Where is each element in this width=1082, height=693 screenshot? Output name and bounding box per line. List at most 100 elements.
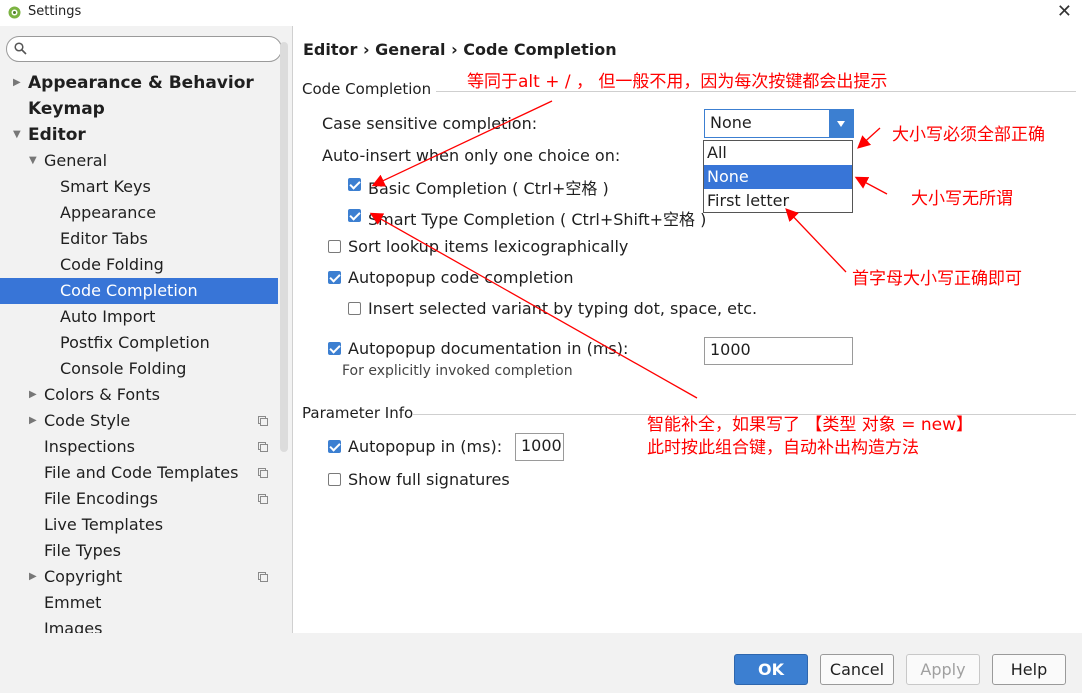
auto-insert-label: Auto-insert when only one choice on:: [322, 146, 621, 165]
chevron-right-icon[interactable]: ▶: [13, 70, 21, 96]
show-full-signatures-label: Show full signatures: [348, 470, 510, 489]
sidebar-item-label: File and Code Templates: [44, 463, 239, 482]
apply-button[interactable]: Apply: [906, 654, 980, 685]
sidebar-item-label: Code Folding: [60, 255, 164, 274]
insert-selected-label: Insert selected variant by typing dot, s…: [368, 299, 758, 318]
sidebar-item-label: Postfix Completion: [60, 333, 210, 352]
sidebar-item-label: Keymap: [28, 99, 105, 119]
sidebar-item-label: Code Style: [44, 411, 131, 430]
search-input[interactable]: [6, 36, 282, 62]
sidebar-item-keymap[interactable]: Keymap: [0, 96, 278, 122]
annotation-all: 大小写必须全部正确: [892, 125, 1045, 145]
chevron-right-icon[interactable]: ▶: [29, 408, 37, 434]
sidebar-item-appearance[interactable]: Appearance: [0, 200, 278, 226]
sidebar-item-auto-import[interactable]: Auto Import: [0, 304, 278, 330]
autopopup-in-label: Autopopup in (ms):: [348, 437, 503, 456]
sidebar-scrollbar[interactable]: [280, 42, 288, 452]
dialog-footer: OK Cancel Apply Help: [0, 633, 1082, 693]
chevron-down-icon[interactable]: [829, 110, 853, 137]
autopopup-in-input[interactable]: 1000: [515, 433, 564, 461]
smart-type-completion-checkbox[interactable]: [348, 209, 361, 222]
sidebar-item-copyright[interactable]: ▶ Copyright: [0, 564, 278, 590]
sidebar-item-label: Appearance: [60, 203, 157, 222]
close-icon[interactable]: ✕: [1057, 1, 1072, 22]
breadcrumb: Editor › General › Code Completion: [303, 40, 617, 59]
section-title-code-completion: Code Completion: [302, 80, 432, 98]
chevron-right-icon[interactable]: ▶: [29, 382, 37, 408]
cancel-button[interactable]: Cancel: [820, 654, 894, 685]
sidebar-item-label: General: [44, 151, 108, 170]
sidebar-item-label: Emmet: [44, 593, 102, 612]
chevron-right-icon[interactable]: ▶: [29, 564, 37, 590]
settings-main-panel: Editor › General › Code Completion Code …: [293, 26, 1082, 633]
annotation-smart-line2: 此时按此组合键，自动补出构造方法: [647, 438, 919, 458]
dropdown-option-first-letter[interactable]: First letter: [704, 189, 852, 213]
sidebar-item-label: Console Folding: [60, 359, 187, 378]
sidebar-item-label: Appearance & Behavior: [28, 73, 254, 93]
annotation-none: 大小写无所谓: [911, 189, 1013, 209]
sidebar-item-file-and-code-templates[interactable]: File and Code Templates: [0, 460, 278, 486]
sidebar-item-colors-fonts[interactable]: ▶ Colors & Fonts: [0, 382, 278, 408]
autopopup-code-label: Autopopup code completion: [348, 268, 574, 287]
sidebar-item-code-completion[interactable]: Code Completion: [0, 278, 278, 304]
project-level-icon: [258, 572, 268, 582]
ok-button[interactable]: OK: [734, 654, 808, 685]
section-title-parameter-info: Parameter Info: [302, 404, 414, 422]
sort-lookup-checkbox[interactable]: [328, 240, 341, 253]
case-sensitive-select[interactable]: None: [704, 109, 854, 138]
project-level-icon: [258, 494, 268, 504]
window-title: Settings: [28, 4, 82, 19]
autopopup-doc-checkbox[interactable]: [328, 342, 341, 355]
sidebar-item-label: Inspections: [44, 437, 135, 456]
autopopup-code-checkbox[interactable]: [328, 271, 341, 284]
autopopup-doc-input[interactable]: 1000: [704, 337, 853, 365]
sidebar-item-file-encodings[interactable]: File Encodings: [0, 486, 278, 512]
insert-selected-checkbox[interactable]: [348, 302, 361, 315]
sidebar-item-label: Editor Tabs: [60, 229, 148, 248]
dropdown-option-all[interactable]: All: [704, 141, 852, 165]
sidebar-item-general[interactable]: ▼ General: [0, 148, 278, 174]
case-sensitive-label: Case sensitive completion:: [322, 114, 538, 133]
sidebar-item-postfix-completion[interactable]: Postfix Completion: [0, 330, 278, 356]
sidebar-item-label: Smart Keys: [60, 177, 151, 196]
sidebar-item-editor[interactable]: ▼ Editor: [0, 122, 278, 148]
chevron-down-icon[interactable]: ▼: [29, 148, 37, 174]
sidebar-item-label: File Encodings: [44, 489, 158, 508]
sidebar-item-label: Colors & Fonts: [44, 385, 160, 404]
sidebar-item-label: Copyright: [44, 567, 123, 586]
sidebar-item-emmet[interactable]: Emmet: [0, 590, 278, 616]
case-sensitive-dropdown: All None First letter: [703, 140, 853, 213]
sidebar-item-label: Auto Import: [60, 307, 156, 326]
autopopup-doc-hint: For explicitly invoked completion: [342, 363, 573, 379]
chevron-down-icon[interactable]: ▼: [13, 122, 21, 148]
sidebar-item-inspections[interactable]: Inspections: [0, 434, 278, 460]
sidebar-item-label: Editor: [28, 125, 86, 145]
basic-completion-checkbox[interactable]: [348, 178, 361, 191]
sidebar-item-file-types[interactable]: File Types: [0, 538, 278, 564]
sidebar-item-live-templates[interactable]: Live Templates: [0, 512, 278, 538]
annotation-top: 等同于alt + / ， 但一般不用，因为每次按键都会出提示: [467, 72, 888, 92]
annotation-first-letter: 首字母大小写正确即可: [852, 269, 1022, 289]
project-level-icon: [258, 468, 268, 478]
sidebar-item-appearance-behavior[interactable]: ▶ Appearance & Behavior: [0, 70, 278, 96]
case-sensitive-value: None: [710, 113, 752, 132]
autopopup-in-checkbox[interactable]: [328, 440, 341, 453]
project-level-icon: [258, 442, 268, 452]
sidebar-item-code-folding[interactable]: Code Folding: [0, 252, 278, 278]
help-button[interactable]: Help: [992, 654, 1066, 685]
autopopup-doc-label: Autopopup documentation in (ms):: [348, 339, 629, 358]
sidebar-item-label: Images: [44, 619, 103, 633]
sidebar-item-label: Code Completion: [60, 281, 198, 300]
project-level-icon: [258, 416, 268, 426]
annotation-smart-line1: 智能补全，如果写了 【类型 对象 = new】: [647, 415, 973, 435]
sidebar-item-smart-keys[interactable]: Smart Keys: [0, 174, 278, 200]
search-icon: [14, 42, 27, 55]
dropdown-option-none[interactable]: None: [704, 165, 852, 189]
sidebar-item-code-style[interactable]: ▶ Code Style: [0, 408, 278, 434]
sidebar-item-images[interactable]: Images: [0, 616, 278, 633]
sidebar-item-console-folding[interactable]: Console Folding: [0, 356, 278, 382]
window-titlebar: Settings ✕: [0, 0, 1082, 26]
sidebar-item-editor-tabs[interactable]: Editor Tabs: [0, 226, 278, 252]
show-full-signatures-checkbox[interactable]: [328, 473, 341, 486]
android-studio-icon: [8, 6, 21, 19]
